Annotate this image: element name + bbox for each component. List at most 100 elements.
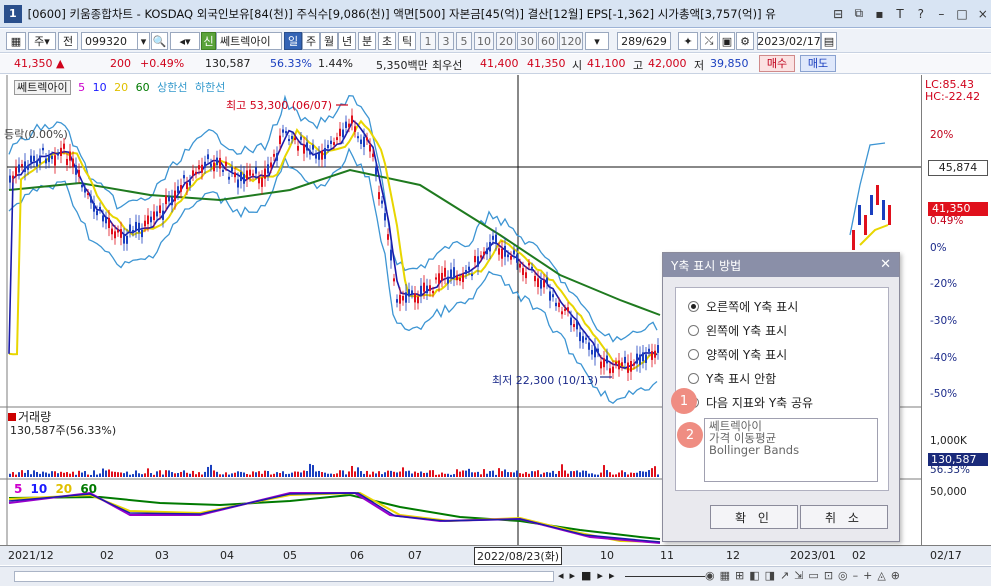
tab-minute[interactable]: 분 — [358, 32, 376, 50]
sell-button[interactable]: 매도 — [800, 55, 836, 72]
zoom-slider[interactable] — [625, 576, 705, 577]
candle-body — [447, 276, 449, 284]
candle-body — [33, 155, 35, 161]
date-input[interactable]: 2023/02/17 — [757, 32, 821, 50]
volume-bar — [495, 474, 497, 477]
pin-icon[interactable]: ▪ — [871, 5, 888, 22]
calendar-icon[interactable]: ▤ — [821, 32, 837, 50]
tab-week[interactable]: 주 — [302, 32, 320, 50]
volume-bar — [534, 471, 536, 477]
interval-20[interactable]: 20 — [496, 32, 516, 50]
volume-bar — [603, 465, 605, 477]
list-item[interactable]: Bollinger Bands — [709, 444, 873, 456]
volume-bar — [567, 473, 569, 477]
candle-body — [600, 361, 602, 369]
radio-icon[interactable] — [688, 301, 699, 312]
interval-3[interactable]: 3 — [438, 32, 454, 50]
interval-30[interactable]: 30 — [517, 32, 537, 50]
speaker-icon[interactable]: ◂▾ — [170, 32, 200, 50]
option-left-axis[interactable]: 왼쪽에 Y축 표시 — [688, 322, 787, 339]
tab-second[interactable]: 초 — [378, 32, 396, 50]
volume-bar — [441, 472, 443, 477]
link-window-icon[interactable]: ⧉ — [850, 5, 867, 22]
candle-body — [276, 153, 278, 161]
candle-body — [417, 296, 419, 304]
save-icon[interactable]: ▣ — [719, 32, 735, 50]
right-y-axis[interactable]: LC:85.43 HC:-22.42 20% 45,874 41,350 0.4… — [921, 75, 991, 545]
candle-body — [27, 165, 29, 170]
option-share-axis[interactable]: 다음 지표와 Y축 공유 — [688, 394, 813, 411]
option-no-axis[interactable]: Y축 표시 안함 — [688, 370, 776, 387]
close-button[interactable]: × — [974, 5, 991, 22]
open-price: 41,100 — [587, 57, 626, 70]
volume-bar — [345, 474, 347, 477]
help-icon[interactable]: ? — [912, 5, 929, 22]
buy-button[interactable]: 매수 — [759, 55, 795, 72]
chart-scrollbar[interactable]: ◂▸■▸▸ ◉▦⊞◧◨↗⇲▭⊡◎–+◬⊕ — [0, 566, 991, 586]
volume-bar — [630, 472, 632, 477]
interval-60[interactable]: 60 — [538, 32, 558, 50]
playback-controls[interactable]: ◂▸■▸▸ — [558, 569, 620, 582]
interval-5[interactable]: 5 — [456, 32, 472, 50]
cancel-button[interactable]: 취 소 — [800, 505, 888, 529]
period-select[interactable]: 주 ▾ — [28, 32, 56, 50]
chart-tool-icons[interactable]: ◉▦⊞◧◨↗⇲▭⊡◎–+◬⊕ — [705, 569, 905, 582]
candle-body — [15, 166, 17, 177]
volume-bar — [453, 474, 455, 477]
grid-menu-icon[interactable]: ▦ — [6, 32, 26, 50]
prev-button[interactable]: 전 — [58, 32, 78, 50]
volume-bar — [168, 470, 170, 477]
interval-120[interactable]: 120 — [559, 32, 583, 50]
candle-body — [69, 151, 71, 161]
legend-stock-name[interactable]: 쎄트렉아이 — [14, 80, 71, 95]
volume-bar — [174, 473, 176, 477]
radio-icon[interactable] — [688, 373, 699, 384]
trend-tool-icon[interactable]: ⤯ — [700, 32, 718, 50]
indicator-icon[interactable]: ✦ — [678, 32, 698, 50]
maximize-button[interactable]: □ — [954, 5, 971, 22]
candle-body — [192, 170, 194, 176]
option-both-axis[interactable]: 양쪽에 Y축 표시 — [688, 346, 787, 363]
interval-10[interactable]: 10 — [474, 32, 494, 50]
ma-legend-60: 60 — [80, 482, 98, 496]
minimize-button[interactable]: – — [933, 5, 950, 22]
candle-body — [306, 142, 308, 151]
tab-day[interactable]: 일 — [284, 32, 302, 50]
volume-bar — [231, 473, 233, 477]
stock-code-input[interactable]: 099320 — [81, 32, 138, 50]
candle-body — [195, 171, 197, 175]
interval-1[interactable]: 1 — [420, 32, 436, 50]
option-right-axis[interactable]: 오른쪽에 Y축 표시 — [688, 298, 798, 315]
volume-bar — [54, 471, 56, 477]
volume-bar — [21, 470, 23, 477]
candle-body — [168, 196, 170, 202]
tab-month[interactable]: 월 — [320, 32, 338, 50]
search-icon[interactable]: 🔍 — [151, 32, 168, 50]
volume-bar — [36, 471, 38, 477]
radio-icon[interactable] — [688, 325, 699, 336]
tab-year[interactable]: 년 — [338, 32, 356, 50]
scroll-track[interactable] — [14, 571, 554, 582]
volume-bar — [69, 473, 71, 477]
code-dropdown-icon[interactable]: ▾ — [137, 32, 150, 50]
candle-body — [870, 195, 873, 215]
candle-body — [132, 230, 134, 233]
volume-bar — [132, 474, 134, 477]
tab-tick[interactable]: 틱 — [398, 32, 416, 50]
screen-layout-icon[interactable]: ⊟ — [830, 5, 847, 22]
volume-bar — [342, 470, 344, 477]
candle-body — [483, 251, 485, 255]
text-size-icon[interactable]: T — [892, 5, 909, 22]
volume-bar — [456, 469, 458, 477]
volume-bar — [624, 472, 626, 477]
radio-icon[interactable] — [688, 349, 699, 360]
settings-icon[interactable]: ⚙ — [736, 32, 754, 50]
indicator-listbox[interactable]: 쎄트렉아이 가격 이동평균 Bollinger Bands — [704, 418, 878, 482]
legend-ma10: 10 — [92, 81, 107, 94]
current-price-box: 41,350 — [928, 202, 988, 216]
ok-button[interactable]: 확 인 — [710, 505, 798, 529]
dialog-close-icon[interactable]: ✕ — [880, 257, 891, 272]
volume-bar — [111, 471, 113, 477]
hc-label: HC:-22.42 — [925, 90, 981, 103]
interval-dropdown[interactable]: ▾ — [585, 32, 609, 50]
